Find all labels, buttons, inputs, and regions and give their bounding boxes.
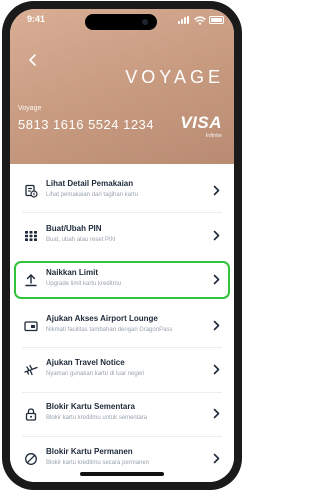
divider — [22, 212, 222, 213]
menu-item-subtitle: Nyaman gunakan kartu di luar negeri — [46, 371, 145, 377]
app-screen: 9:41 VOYAGE Voyage 5813 1616 5524 1234 V… — [10, 9, 234, 482]
menu-item-pin[interactable]: Buat/Ubah PIN Buat, ubah atau reset PIN — [14, 217, 230, 255]
battery-icon — [209, 16, 224, 24]
menu-item-title: Lihat Detail Pemakaian — [46, 179, 134, 188]
menu-item-airport-lounge[interactable]: Ajukan Akses Airport Lounge Nikmati fasi… — [14, 307, 230, 345]
menu-item-subtitle: Blokir kartu kreditmu secara permanen — [46, 460, 150, 466]
chevron-right-icon — [213, 364, 220, 375]
menu-item-subtitle: Upgrade limit kartu kreditmu — [46, 281, 122, 287]
status-icons — [176, 16, 224, 25]
phone-bezel: 9:41 VOYAGE Voyage 5813 1616 5524 1234 V… — [2, 1, 242, 490]
menu-item-subtitle: Nikmati fasilitas tambahan dengan Dragon… — [46, 327, 173, 333]
status-bar: 9:41 — [10, 9, 234, 31]
menu-item-title: Naikkan Limit — [46, 268, 99, 277]
menu-item-block-temporary[interactable]: Blokir Kartu Sementara Blokir kartu kred… — [14, 395, 230, 433]
home-indicator[interactable] — [80, 472, 164, 476]
menu-item-title: Blokir Kartu Permanen — [46, 447, 133, 456]
card-menu-list: Lihat Detail Pemakaian Lihat pemakaian d… — [10, 164, 234, 482]
airplane-icon — [24, 364, 38, 376]
menu-item-subtitle: Blokir kartu kreditmu untuk sementara — [46, 415, 148, 421]
chevron-right-icon — [213, 185, 220, 196]
device-frame: 9:41 VOYAGE Voyage 5813 1616 5524 1234 V… — [0, 0, 246, 493]
menu-item-raise-limit[interactable]: Naikkan Limit Upgrade limit kartu kredit… — [14, 261, 230, 299]
menu-item-title: Buat/Ubah PIN — [46, 224, 102, 233]
credit-card-header: 9:41 VOYAGE Voyage 5813 1616 5524 1234 V… — [10, 9, 234, 164]
menu-item-title: Ajukan Akses Airport Lounge — [46, 314, 158, 323]
chevron-right-icon — [213, 453, 220, 464]
card-brand-logo: VOYAGE — [125, 67, 224, 87]
menu-item-travel-notice[interactable]: Ajukan Travel Notice Nyaman gunakan kart… — [14, 351, 230, 389]
menu-item-subtitle: Buat, ubah atau reset PIN — [46, 237, 116, 243]
menu-item-title: Ajukan Travel Notice — [46, 358, 125, 367]
lock-icon — [25, 408, 37, 421]
lounge-card-icon — [24, 321, 38, 332]
menu-item-usage-detail[interactable]: Lihat Detail Pemakaian Lihat pemakaian d… — [14, 172, 230, 210]
wifi-icon — [194, 16, 206, 25]
status-time: 9:41 — [27, 14, 46, 24]
card-number: 5813 1616 5524 1234 — [18, 117, 155, 132]
menu-item-subtitle: Lihat pemakaian dan tagihan kartu — [46, 192, 139, 198]
block-icon — [25, 453, 37, 465]
card-label: Voyage — [18, 105, 42, 112]
chevron-right-icon — [213, 274, 220, 285]
chevron-right-icon — [213, 230, 220, 241]
divider — [22, 436, 222, 437]
chevron-right-icon — [213, 320, 220, 331]
chevron-right-icon — [213, 408, 220, 419]
back-chevron-icon[interactable] — [27, 53, 39, 67]
upload-arrow-icon — [25, 274, 37, 287]
divider — [22, 347, 222, 348]
visa-logo: VISA — [180, 113, 222, 132]
pin-keypad-icon — [25, 231, 37, 241]
divider — [22, 392, 222, 393]
menu-item-title: Blokir Kartu Sementara — [46, 402, 135, 411]
receipt-icon — [25, 184, 38, 198]
card-tier: Infinite — [205, 133, 222, 139]
signal-icon — [178, 16, 192, 24]
dynamic-island — [85, 14, 157, 30]
